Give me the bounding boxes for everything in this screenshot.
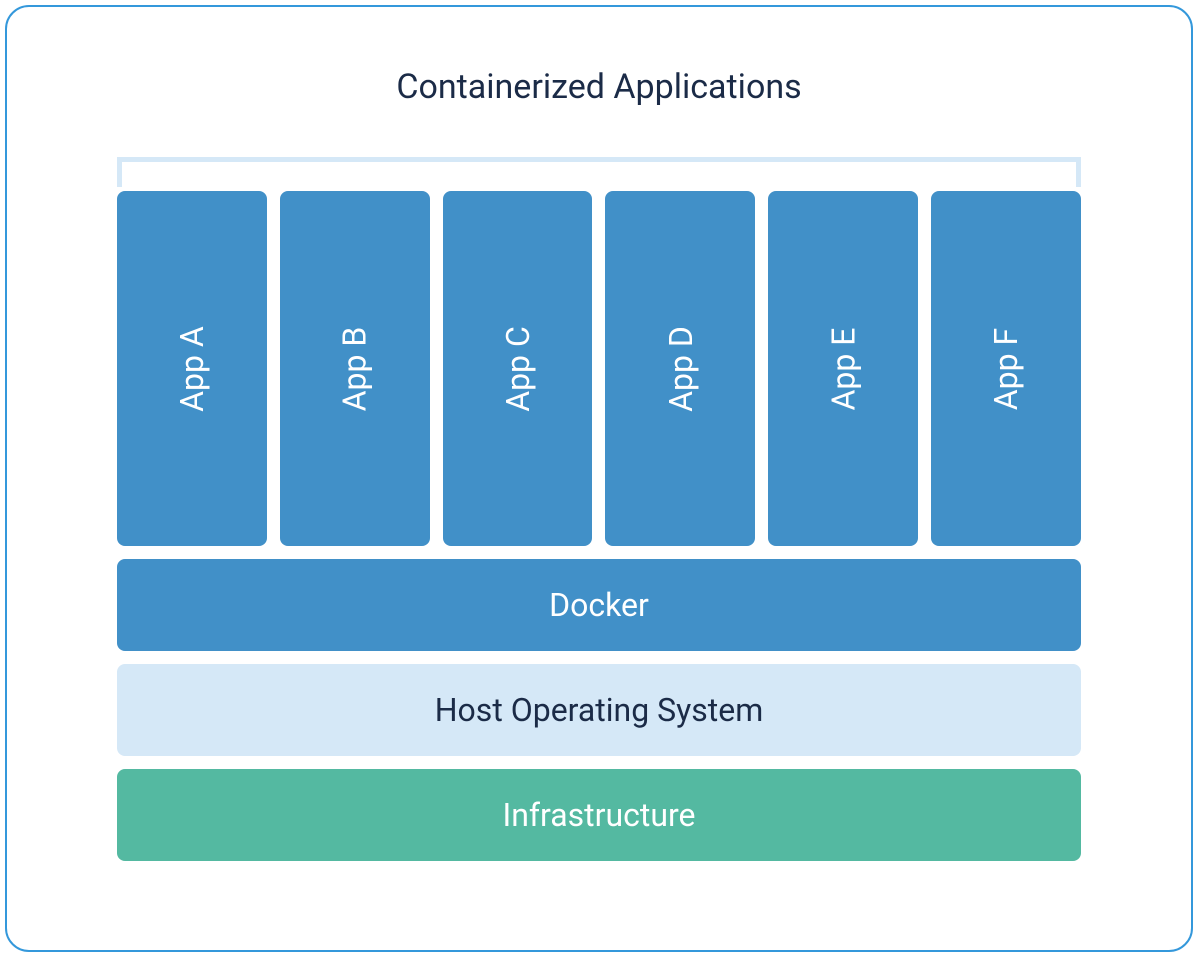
app-box-e: App E [768, 191, 918, 546]
app-box-a: App A [117, 191, 267, 546]
layer-host-os: Host Operating System [117, 664, 1081, 756]
diagram-container: Containerized Applications App A App B A… [5, 5, 1193, 952]
app-label: App C [499, 326, 537, 412]
app-label: App A [173, 326, 211, 412]
layer-host-label: Host Operating System [435, 691, 764, 729]
layer-docker: Docker [117, 559, 1081, 651]
layer-docker-label: Docker [549, 586, 649, 624]
app-label: App D [661, 326, 699, 412]
app-label: App F [987, 327, 1025, 409]
apps-row: App A App B App C App D App E App F [117, 191, 1081, 546]
apps-bracket [117, 157, 1081, 187]
app-box-d: App D [605, 191, 755, 546]
layer-infra-label: Infrastructure [503, 796, 696, 834]
app-label: App B [336, 326, 374, 411]
app-box-f: App F [931, 191, 1081, 546]
layer-infrastructure: Infrastructure [117, 769, 1081, 861]
app-label: App E [824, 327, 862, 410]
diagram-title: Containerized Applications [117, 67, 1081, 107]
app-box-b: App B [280, 191, 430, 546]
app-box-c: App C [443, 191, 593, 546]
